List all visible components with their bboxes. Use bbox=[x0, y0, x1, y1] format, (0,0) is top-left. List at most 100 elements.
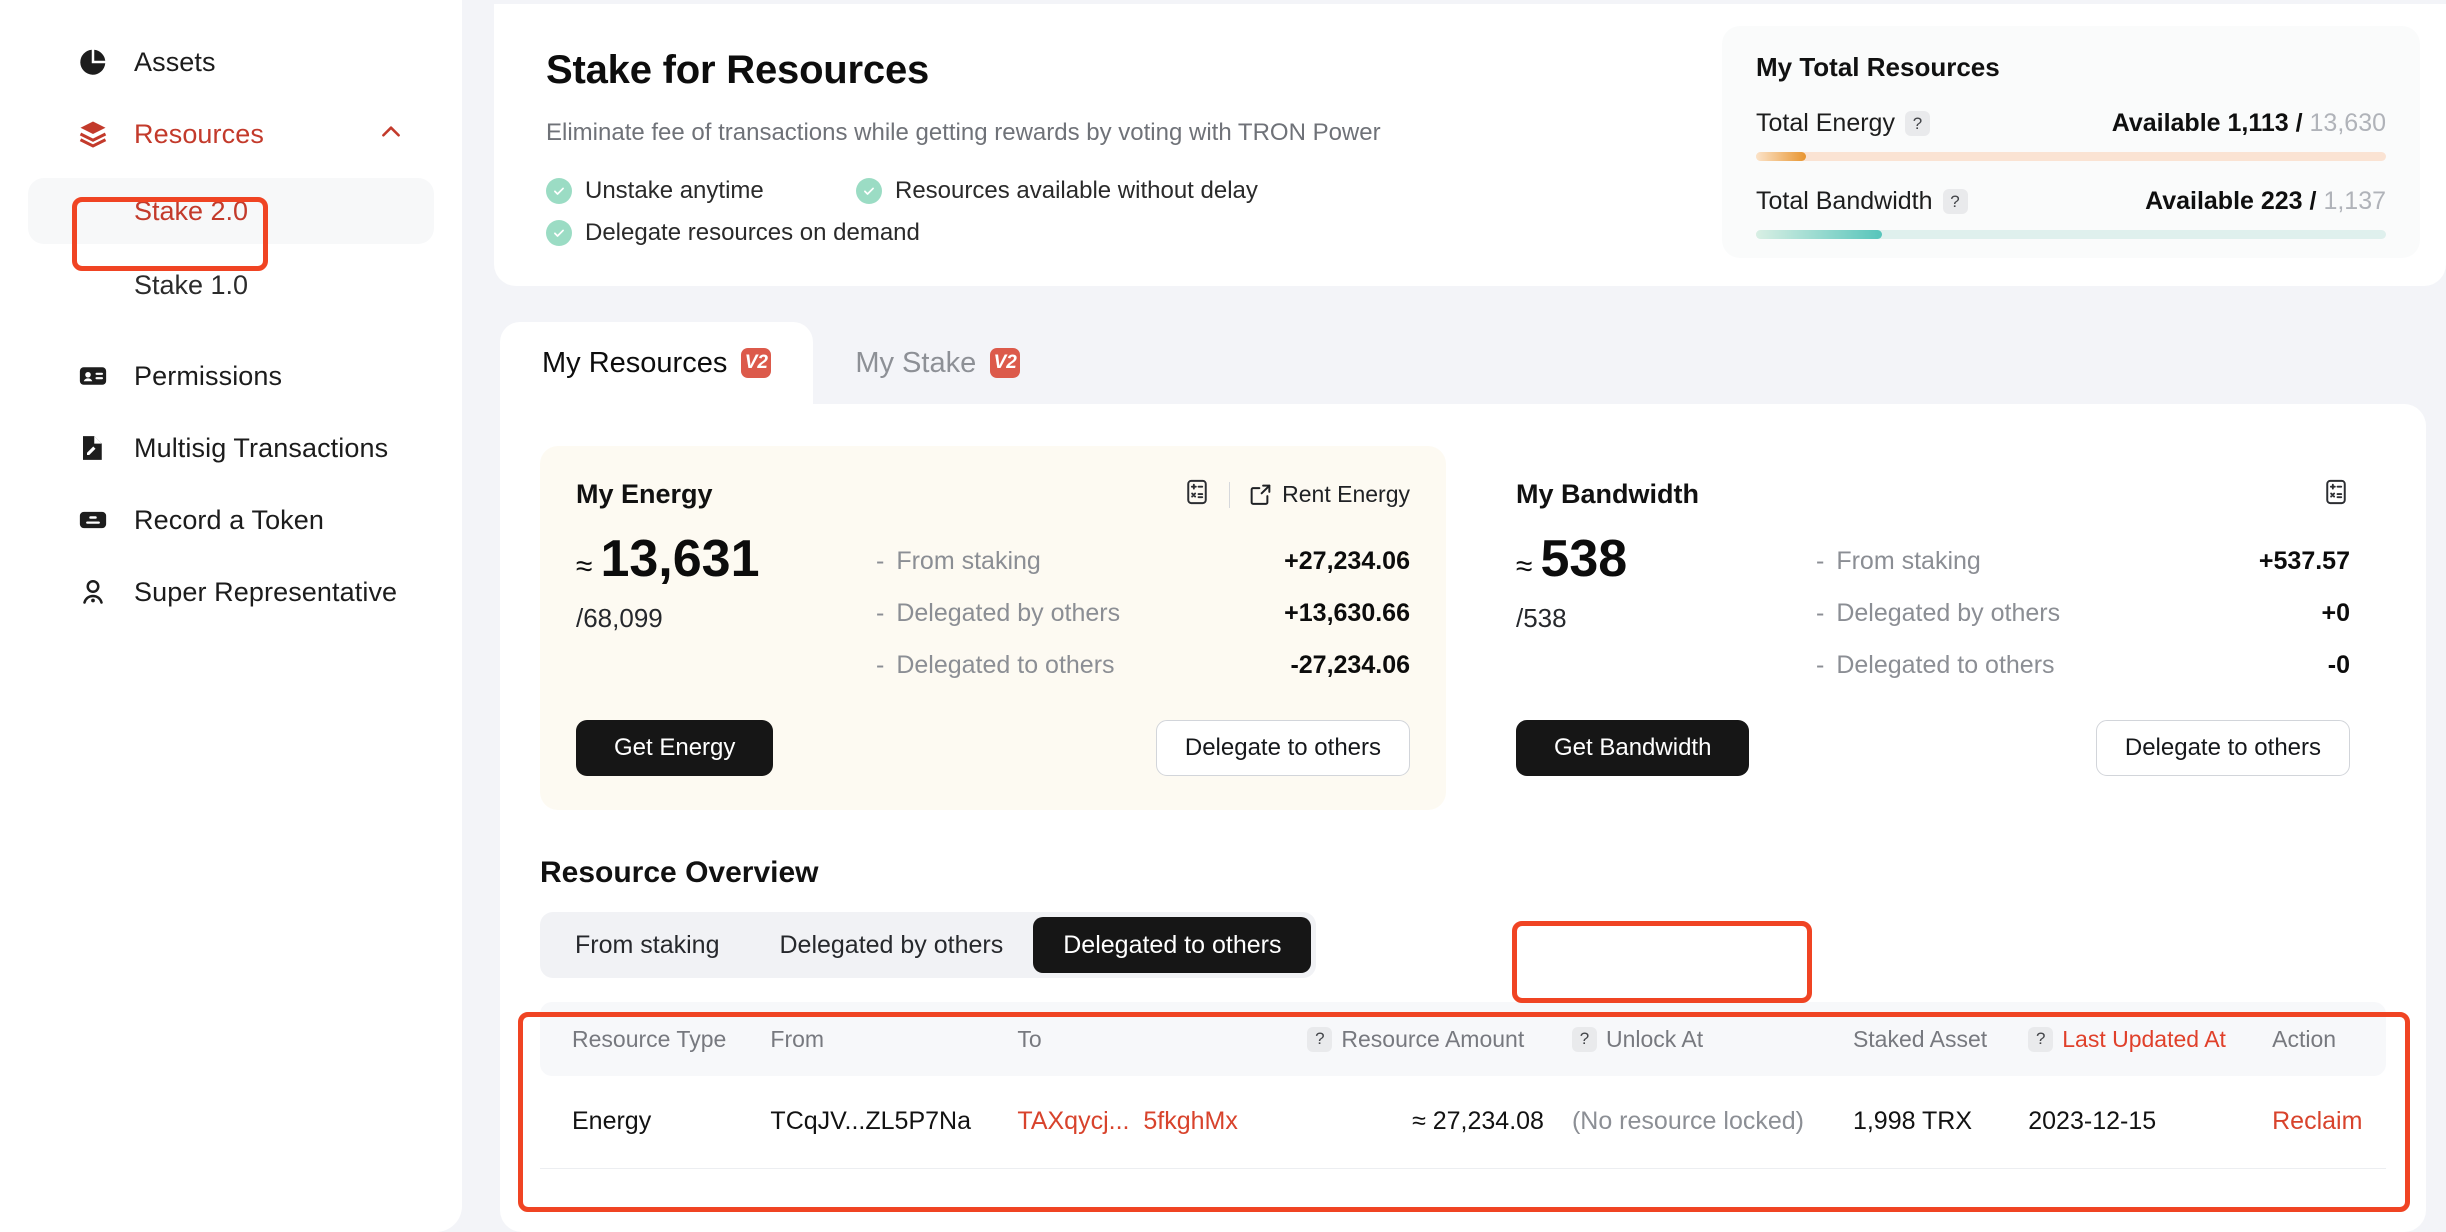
my-bandwidth-title: My Bandwidth bbox=[1516, 479, 1699, 510]
sidebar-item-permissions[interactable]: Permissions bbox=[28, 340, 434, 412]
help-icon[interactable]: ? bbox=[2028, 1027, 2053, 1052]
check-icon bbox=[856, 178, 882, 204]
sidebar-item-multisig-transactions[interactable]: Multisig Transactions bbox=[28, 412, 434, 484]
help-icon[interactable]: ? bbox=[1572, 1027, 1597, 1052]
sidebar-item-label: Multisig Transactions bbox=[134, 433, 388, 464]
delegate-energy-button[interactable]: Delegate to others bbox=[1156, 720, 1410, 776]
cell-resource-type: Energy bbox=[540, 1076, 756, 1168]
check-icon bbox=[546, 220, 572, 246]
breakdown-row: From staking +537.57 bbox=[1816, 535, 2350, 587]
segment-delegated-to-others[interactable]: Delegated to others bbox=[1033, 917, 1311, 973]
cell-action-reclaim[interactable]: Reclaim bbox=[2258, 1076, 2386, 1168]
sidebar-item-record-a-token[interactable]: Record a Token bbox=[28, 484, 434, 556]
breakdown-label: Delegated to others bbox=[1816, 651, 2055, 680]
feature-list: Unstake anytime Resources available with… bbox=[546, 177, 1306, 247]
cell-staked-asset: 1,998 TRX bbox=[1839, 1076, 2014, 1168]
cell-last-updated-at: 2023-12-15 bbox=[2014, 1076, 2258, 1168]
resources-panel: My Energy Rent Energy bbox=[500, 404, 2426, 1232]
chevron-up-icon[interactable] bbox=[378, 119, 404, 150]
cell-to[interactable]: TAXqycj... 5fkghMx bbox=[1003, 1076, 1293, 1168]
column-unlock-at[interactable]: ?Unlock At bbox=[1558, 1002, 1839, 1076]
column-resource-type[interactable]: Resource Type bbox=[540, 1002, 756, 1076]
help-icon[interactable]: ? bbox=[1943, 189, 1968, 214]
get-bandwidth-button[interactable]: Get Bandwidth bbox=[1516, 720, 1749, 776]
layers-icon bbox=[76, 117, 110, 151]
column-from[interactable]: From bbox=[756, 1002, 1003, 1076]
total-bandwidth-label: Total Bandwidth ? bbox=[1756, 187, 1968, 216]
breakdown-value: +13,630.66 bbox=[1284, 599, 1410, 628]
breakdown-label: Delegated by others bbox=[876, 599, 1120, 628]
my-energy-denominator: /68,099 bbox=[576, 603, 876, 634]
column-staked-asset[interactable]: Staked Asset bbox=[1839, 1002, 2014, 1076]
my-energy-card: My Energy Rent Energy bbox=[540, 446, 1446, 810]
sidebar-subnav: Stake 2.0 Stake 1.0 bbox=[0, 178, 462, 318]
delegate-bandwidth-button[interactable]: Delegate to others bbox=[2096, 720, 2350, 776]
sidebar-item-assets[interactable]: Assets bbox=[28, 26, 434, 98]
breakdown-value: -0 bbox=[2328, 651, 2350, 680]
breakdown-label: From staking bbox=[876, 547, 1041, 576]
v2-badge-icon: V2 bbox=[990, 348, 1020, 378]
resource-overview-table: Resource Type From To ?Resource Amount ?… bbox=[540, 1002, 2386, 1169]
breakdown-label: Delegated by others bbox=[1816, 599, 2060, 628]
get-energy-button[interactable]: Get Energy bbox=[576, 720, 773, 776]
total-resources-panel: My Total Resources Total Energy ? Availa… bbox=[1722, 26, 2420, 258]
cell-unlock-at: (No resource locked) bbox=[1558, 1076, 1839, 1168]
feature-label: Delegate resources on demand bbox=[585, 219, 920, 247]
segment-delegated-by-others[interactable]: Delegated by others bbox=[749, 917, 1033, 973]
tab-label: My Stake bbox=[855, 347, 976, 380]
breakdown-row: Delegated by others +13,630.66 bbox=[876, 587, 1410, 639]
segment-from-staking[interactable]: From staking bbox=[545, 917, 749, 973]
cell-resource-amount: ≈ 27,234.08 bbox=[1293, 1076, 1558, 1168]
feature-item: Resources available without delay bbox=[856, 177, 1276, 205]
my-bandwidth-breakdown: From staking +537.57 Delegated by others… bbox=[1816, 529, 2350, 691]
token-card-icon bbox=[76, 503, 110, 537]
my-energy-amount: ≈13,631 bbox=[576, 529, 876, 589]
total-resources-title: My Total Resources bbox=[1756, 52, 2386, 83]
table-header-row: Resource Type From To ?Resource Amount ?… bbox=[540, 1002, 2386, 1076]
external-link-icon bbox=[1248, 482, 1273, 507]
help-icon[interactable]: ? bbox=[1905, 111, 1930, 136]
my-bandwidth-card: My Bandwidth ≈538 /538 bbox=[1480, 446, 2386, 810]
id-card-icon bbox=[76, 359, 110, 393]
table-header: Resource Type From To ?Resource Amount ?… bbox=[540, 1002, 2386, 1076]
sidebar-item-stake-2-0[interactable]: Stake 2.0 bbox=[28, 178, 434, 244]
total-energy-label: Total Energy ? bbox=[1756, 109, 1930, 138]
my-energy-breakdown: From staking +27,234.06 Delegated by oth… bbox=[876, 529, 1410, 691]
person-icon bbox=[76, 575, 110, 609]
feature-item: Unstake anytime bbox=[546, 177, 856, 205]
my-bandwidth-header: My Bandwidth bbox=[1516, 478, 2350, 511]
calculator-icon[interactable] bbox=[1183, 478, 1211, 511]
total-bandwidth-row: Total Bandwidth ? Available 223 / 1,137 bbox=[1756, 187, 2386, 216]
document-edit-icon bbox=[76, 431, 110, 465]
help-icon[interactable]: ? bbox=[1307, 1027, 1332, 1052]
column-to[interactable]: To bbox=[1003, 1002, 1293, 1076]
feature-label: Resources available without delay bbox=[895, 177, 1258, 205]
check-icon bbox=[546, 178, 572, 204]
breakdown-value: +0 bbox=[2321, 599, 2350, 628]
sidebar-item-resources[interactable]: Resources bbox=[28, 98, 434, 170]
rent-energy-button[interactable]: Rent Energy bbox=[1248, 481, 1410, 508]
table-row: Energy TCqJV...ZL5P7Na TAXqycj... 5fkghM… bbox=[540, 1076, 2386, 1168]
total-bandwidth-value: Available 223 / 1,137 bbox=[2145, 187, 2386, 216]
column-resource-amount[interactable]: ?Resource Amount bbox=[1293, 1002, 1558, 1076]
calculator-icon[interactable] bbox=[2322, 478, 2350, 511]
tab-my-stake[interactable]: My Stake V2 bbox=[813, 322, 1062, 404]
my-energy-tools: Rent Energy bbox=[1183, 478, 1410, 511]
column-last-updated-at[interactable]: ?Last Updated At bbox=[2014, 1002, 2258, 1076]
feature-item: Delegate resources on demand bbox=[546, 219, 966, 247]
total-bandwidth-progress bbox=[1756, 230, 2386, 239]
total-energy-row: Total Energy ? Available 1,113 / 13,630 bbox=[1756, 109, 2386, 138]
tab-my-resources[interactable]: My Resources V2 bbox=[500, 322, 813, 404]
main-content: Stake for Resources Eliminate fee of tra… bbox=[494, 0, 2446, 1232]
sidebar-item-label: Record a Token bbox=[134, 505, 324, 536]
tab-label: My Resources bbox=[542, 347, 727, 380]
sidebar-item-label: Assets bbox=[134, 47, 216, 78]
sidebar-item-label: Resources bbox=[134, 119, 264, 150]
total-energy-progress bbox=[1756, 152, 2386, 161]
my-bandwidth-denominator: /538 bbox=[1516, 603, 1816, 634]
sidebar-item-stake-1-0[interactable]: Stake 1.0 bbox=[28, 252, 434, 318]
my-bandwidth-body: ≈538 /538 From staking +537.57 Delegated… bbox=[1516, 529, 2350, 691]
sidebar-item-super-representative[interactable]: Super Representative bbox=[28, 556, 434, 628]
tab-bar: My Resources V2 My Stake V2 bbox=[500, 322, 1062, 404]
my-energy-actions: Get Energy Delegate to others bbox=[576, 720, 1410, 776]
